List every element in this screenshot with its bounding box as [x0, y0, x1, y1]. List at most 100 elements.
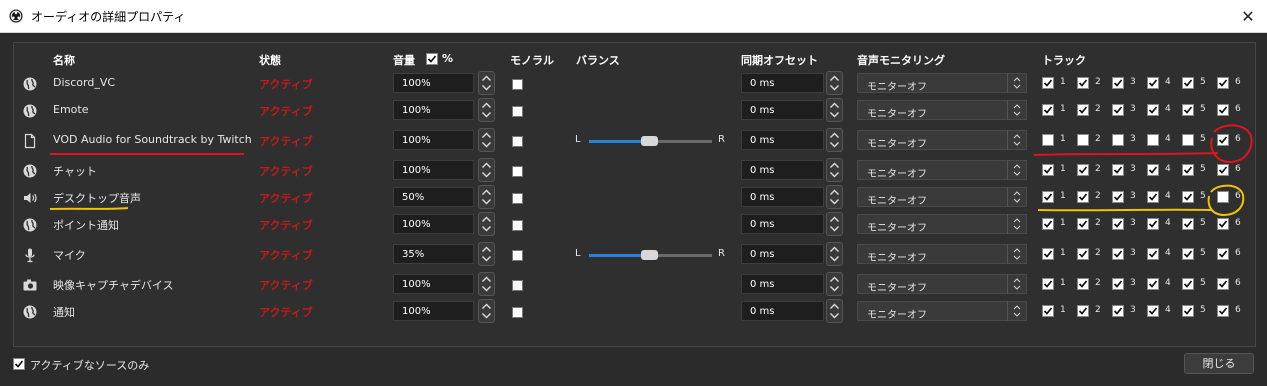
volume-input[interactable]: 100% [393, 160, 474, 180]
mono-checkbox[interactable] [512, 79, 523, 90]
volume-input[interactable]: 100% [393, 214, 474, 234]
track-3-checkbox[interactable]: 3 [1112, 104, 1136, 116]
mono-checkbox[interactable] [512, 106, 523, 117]
balance-slider[interactable]: L R [574, 134, 730, 148]
track-1-checkbox[interactable]: 1 [1042, 164, 1066, 176]
track-5-checkbox[interactable]: 5 [1182, 104, 1206, 116]
track-5-checkbox[interactable]: 5 [1182, 134, 1206, 146]
active-only-checkbox[interactable] [13, 358, 25, 370]
active-only-label[interactable]: アクティブなソースのみ [30, 357, 149, 373]
track-6-checkbox[interactable]: 6 [1217, 191, 1241, 203]
monitoring-dropdown[interactable]: モニターオフ [857, 301, 1027, 321]
track-3-checkbox[interactable]: 3 [1112, 278, 1136, 290]
track-1-checkbox[interactable]: 1 [1042, 134, 1066, 146]
track-1-checkbox[interactable]: 1 [1042, 305, 1066, 317]
monitoring-dropdown[interactable]: モニターオフ [857, 73, 1027, 93]
track-5-checkbox[interactable]: 5 [1182, 248, 1206, 260]
track-5-checkbox[interactable]: 5 [1182, 164, 1206, 176]
volume-spinner[interactable] [478, 158, 495, 182]
volume-input[interactable]: 35% [393, 244, 474, 264]
mono-checkbox[interactable] [512, 250, 523, 261]
volume-input[interactable]: 100% [393, 274, 474, 294]
close-button[interactable]: 閉じる [1184, 353, 1254, 374]
track-6-checkbox[interactable]: 6 [1217, 278, 1241, 290]
track-1-checkbox[interactable]: 1 [1042, 278, 1066, 290]
track-5-checkbox[interactable]: 5 [1182, 278, 1206, 290]
offset-spinner[interactable] [826, 299, 843, 323]
track-2-checkbox[interactable]: 2 [1077, 278, 1101, 290]
track-2-checkbox[interactable]: 2 [1077, 164, 1101, 176]
volume-spinner[interactable] [478, 272, 495, 296]
offset-spinner[interactable] [826, 128, 843, 152]
track-4-checkbox[interactable]: 4 [1147, 164, 1171, 176]
track-5-checkbox[interactable]: 5 [1182, 191, 1206, 203]
track-5-checkbox[interactable]: 5 [1182, 77, 1206, 89]
track-6-checkbox[interactable]: 6 [1217, 134, 1241, 146]
volume-input[interactable]: 100% [393, 130, 474, 150]
track-6-checkbox[interactable]: 6 [1217, 248, 1241, 260]
offset-spinner[interactable] [826, 242, 843, 266]
sync-offset-input[interactable]: 0 ms [741, 187, 824, 207]
sync-offset-input[interactable]: 0 ms [741, 274, 824, 294]
track-4-checkbox[interactable]: 4 [1147, 278, 1171, 290]
track-3-checkbox[interactable]: 3 [1112, 134, 1136, 146]
track-2-checkbox[interactable]: 2 [1077, 77, 1101, 89]
track-3-checkbox[interactable]: 3 [1112, 248, 1136, 260]
balance-handle[interactable] [641, 250, 658, 260]
sync-offset-input[interactable]: 0 ms [741, 160, 824, 180]
monitoring-dropdown[interactable]: モニターオフ [857, 274, 1027, 294]
track-3-checkbox[interactable]: 3 [1112, 218, 1136, 230]
mono-checkbox[interactable] [512, 193, 523, 204]
track-6-checkbox[interactable]: 6 [1217, 218, 1241, 230]
track-6-checkbox[interactable]: 6 [1217, 164, 1241, 176]
window-close-button[interactable]: ✕ [1239, 7, 1257, 26]
offset-spinner[interactable] [826, 158, 843, 182]
track-1-checkbox[interactable]: 1 [1042, 248, 1066, 260]
track-1-checkbox[interactable]: 1 [1042, 191, 1066, 203]
mono-checkbox[interactable] [512, 166, 523, 177]
mono-checkbox[interactable] [512, 220, 523, 231]
track-2-checkbox[interactable]: 2 [1077, 104, 1101, 116]
volume-spinner[interactable] [478, 185, 495, 209]
volume-input[interactable]: 100% [393, 301, 474, 321]
track-4-checkbox[interactable]: 4 [1147, 218, 1171, 230]
track-4-checkbox[interactable]: 4 [1147, 248, 1171, 260]
volume-input[interactable]: 100% [393, 73, 474, 93]
sync-offset-input[interactable]: 0 ms [741, 244, 824, 264]
monitoring-dropdown[interactable]: モニターオフ [857, 100, 1027, 120]
track-6-checkbox[interactable]: 6 [1217, 305, 1241, 317]
offset-spinner[interactable] [826, 98, 843, 122]
track-3-checkbox[interactable]: 3 [1112, 191, 1136, 203]
track-3-checkbox[interactable]: 3 [1112, 164, 1136, 176]
volume-spinner[interactable] [478, 98, 495, 122]
offset-spinner[interactable] [826, 212, 843, 236]
track-3-checkbox[interactable]: 3 [1112, 77, 1136, 89]
volume-spinner[interactable] [478, 212, 495, 236]
track-4-checkbox[interactable]: 4 [1147, 77, 1171, 89]
monitoring-dropdown[interactable]: モニターオフ [857, 130, 1027, 150]
sync-offset-input[interactable]: 0 ms [741, 214, 824, 234]
monitoring-dropdown[interactable]: モニターオフ [857, 244, 1027, 264]
volume-percent-checkbox[interactable] [426, 53, 438, 65]
volume-input[interactable]: 50% [393, 187, 474, 207]
volume-input[interactable]: 100% [393, 100, 474, 120]
track-4-checkbox[interactable]: 4 [1147, 104, 1171, 116]
offset-spinner[interactable] [826, 272, 843, 296]
track-3-checkbox[interactable]: 3 [1112, 305, 1136, 317]
monitoring-dropdown[interactable]: モニターオフ [857, 160, 1027, 180]
balance-handle[interactable] [641, 136, 658, 146]
track-2-checkbox[interactable]: 2 [1077, 191, 1101, 203]
offset-spinner[interactable] [826, 71, 843, 95]
track-4-checkbox[interactable]: 4 [1147, 305, 1171, 317]
mono-checkbox[interactable] [512, 280, 523, 291]
track-6-checkbox[interactable]: 6 [1217, 77, 1241, 89]
track-6-checkbox[interactable]: 6 [1217, 104, 1241, 116]
track-2-checkbox[interactable]: 2 [1077, 248, 1101, 260]
sync-offset-input[interactable]: 0 ms [741, 130, 824, 150]
balance-slider[interactable]: L R [574, 248, 730, 262]
sync-offset-input[interactable]: 0 ms [741, 73, 824, 93]
track-2-checkbox[interactable]: 2 [1077, 134, 1101, 146]
monitoring-dropdown[interactable]: モニターオフ [857, 187, 1027, 207]
track-2-checkbox[interactable]: 2 [1077, 305, 1101, 317]
track-1-checkbox[interactable]: 1 [1042, 218, 1066, 230]
